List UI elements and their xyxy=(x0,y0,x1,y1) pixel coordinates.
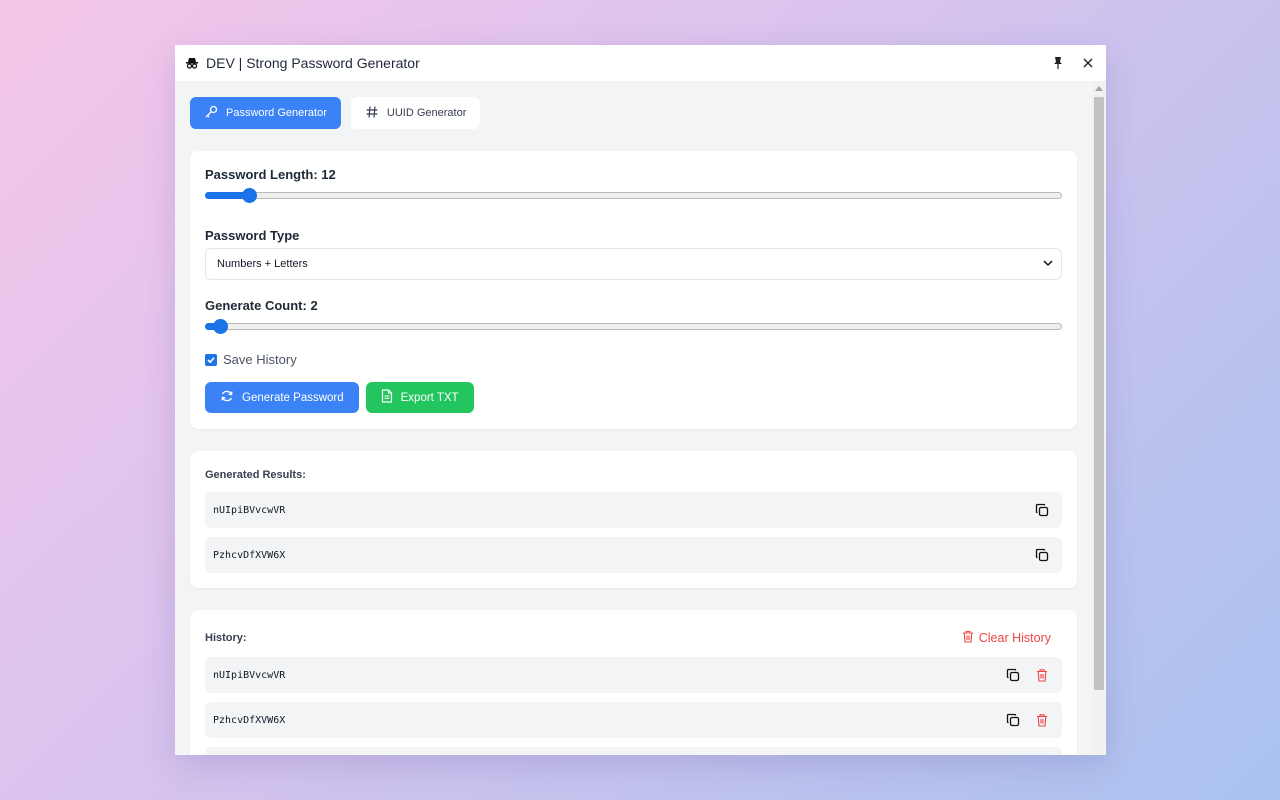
history-card: History: Clear History nUIpiBVvcwVR Pzhc… xyxy=(190,610,1077,755)
title-bar: DEV | Strong Password Generator xyxy=(175,45,1106,81)
generate-count-slider[interactable] xyxy=(205,319,1062,334)
results-header: Generated Results: xyxy=(205,469,306,481)
pin-icon[interactable] xyxy=(1048,53,1068,73)
password-type-label: Password Type xyxy=(205,228,300,243)
app-window: DEV | Strong Password Generator Password… xyxy=(175,45,1106,755)
result-row: PzhcvDfXVW6X xyxy=(205,537,1062,573)
trash-icon[interactable] xyxy=(1034,667,1050,683)
key-icon xyxy=(204,105,218,122)
spy-icon xyxy=(184,55,200,71)
button-label: Generate Password xyxy=(242,391,344,404)
tab-bar: Password Generator UUID Generator xyxy=(190,97,1077,129)
save-history-label: Save History xyxy=(223,352,297,367)
copy-icon[interactable] xyxy=(1034,547,1050,563)
clear-history-button[interactable]: Clear History xyxy=(962,630,1051,646)
vertical-scrollbar[interactable] xyxy=(1092,81,1106,755)
select-value: Numbers + Letters xyxy=(217,258,308,270)
trash-icon[interactable] xyxy=(1034,712,1050,728)
password-type-select[interactable]: Numbers + Letters xyxy=(205,248,1062,280)
history-row-partial xyxy=(205,747,1062,755)
generate-password-button[interactable]: Generate Password xyxy=(205,382,359,413)
generated-results-card: Generated Results: nUIpiBVvcwVR PzhcvDfX… xyxy=(190,451,1077,588)
copy-icon[interactable] xyxy=(1005,667,1021,683)
hash-icon xyxy=(365,105,379,122)
refresh-icon xyxy=(220,389,234,406)
trash-icon xyxy=(962,630,974,646)
tab-password-generator[interactable]: Password Generator xyxy=(190,97,341,129)
password-length-slider[interactable] xyxy=(205,188,1062,203)
save-history-checkbox[interactable] xyxy=(205,353,217,366)
tab-label: UUID Generator xyxy=(386,107,467,119)
password-value: nUIpiBVvcwVR xyxy=(213,669,286,681)
window-title: DEV | Strong Password Generator xyxy=(206,55,420,71)
scroll-up-arrow[interactable] xyxy=(1095,86,1103,91)
password-length-label: Password Length: 12 xyxy=(205,167,336,182)
generate-count-label: Generate Count: 2 xyxy=(205,298,318,313)
password-value: PzhcvDfXVW6X xyxy=(213,549,286,561)
history-row: PzhcvDfXVW6X xyxy=(205,702,1062,738)
settings-card: Password Length: 12 Password Type Number… xyxy=(190,151,1077,429)
export-txt-button[interactable]: Export TXT xyxy=(365,382,474,413)
result-row: nUIpiBVvcwVR xyxy=(205,492,1062,528)
close-icon[interactable] xyxy=(1078,53,1098,73)
password-value: PzhcvDfXVW6X xyxy=(213,714,286,726)
copy-icon[interactable] xyxy=(1034,502,1050,518)
button-label: Export TXT xyxy=(400,391,459,404)
slider-handle[interactable] xyxy=(213,319,228,334)
chevron-down-icon xyxy=(1043,258,1053,270)
scrollbar-thumb[interactable] xyxy=(1094,97,1104,690)
clear-history-label: Clear History xyxy=(978,631,1051,645)
tab-label: Password Generator xyxy=(226,107,327,119)
password-value: nUIpiBVvcwVR xyxy=(213,504,286,516)
slider-handle[interactable] xyxy=(242,188,257,203)
file-text-icon xyxy=(381,389,393,406)
save-history-option[interactable]: Save History xyxy=(205,352,1062,367)
tab-uuid-generator[interactable]: UUID Generator xyxy=(350,97,481,129)
copy-icon[interactable] xyxy=(1005,712,1021,728)
history-header: History: xyxy=(205,632,247,644)
main-content: Password Generator UUID Generator Passwo… xyxy=(175,81,1092,755)
history-row: nUIpiBVvcwVR xyxy=(205,657,1062,693)
